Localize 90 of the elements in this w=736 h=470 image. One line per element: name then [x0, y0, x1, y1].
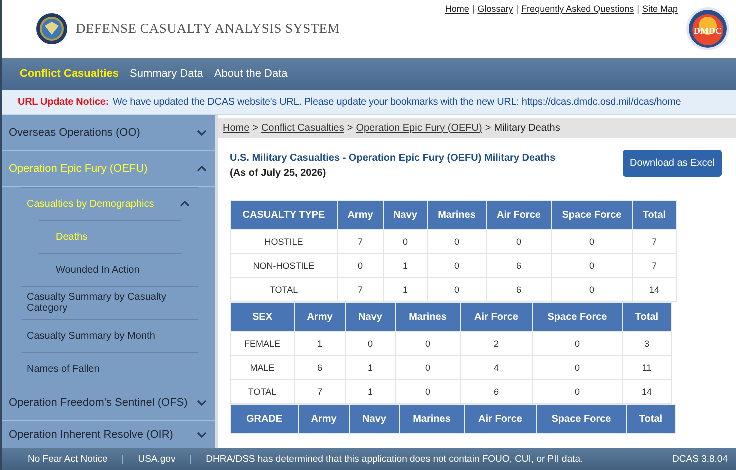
- table-cell: 0: [396, 356, 460, 380]
- column-header: Navy: [346, 302, 396, 332]
- breadcrumb-separator: >: [347, 122, 354, 134]
- footer-separator: |: [122, 454, 124, 464]
- link-separator: |: [472, 4, 475, 14]
- table-cell: 0: [532, 356, 622, 380]
- column-header: Total: [632, 200, 676, 230]
- column-header: Total: [622, 302, 672, 332]
- footer-link[interactable]: No Fear Act Notice: [28, 454, 108, 464]
- dmdc-logo: DMDC: [686, 7, 730, 51]
- table-cell: FEMALE: [230, 332, 294, 356]
- table-cell: 0: [338, 254, 384, 278]
- column-header: Army: [298, 404, 350, 434]
- column-header: Space Force: [532, 302, 622, 332]
- column-header: SEX: [230, 302, 294, 332]
- column-header: Space Force: [536, 404, 626, 434]
- column-header: GRADE: [230, 404, 298, 434]
- sidebar-subitem[interactable]: Wounded In Action: [39, 253, 181, 286]
- table-cell: 4: [460, 356, 532, 380]
- table-cell: 7: [632, 254, 676, 278]
- header-link[interactable]: Home: [445, 4, 470, 14]
- table-cell: 0: [552, 230, 632, 254]
- link-separator: |: [516, 4, 519, 14]
- chevron-down-icon: [197, 432, 207, 438]
- table-cell: HOSTILE: [230, 230, 338, 254]
- table-cell: 11: [622, 356, 672, 380]
- table-cell: 0: [346, 332, 396, 356]
- seal-logo: [36, 13, 68, 45]
- table-cell: 0: [486, 230, 552, 254]
- breadcrumb-separator: >: [252, 122, 259, 134]
- page-title: U.S. Military Casualties - Operation Epic Fury (OEFU) Military Deaths: [230, 153, 556, 164]
- column-header: CASUALTY TYPE: [230, 200, 338, 230]
- table-cell: NON-HOSTILE: [230, 254, 338, 278]
- sidebar-subitem[interactable]: Names of Fallen: [21, 352, 198, 385]
- chevron-up-icon: [197, 166, 207, 172]
- chevron-up-icon: [180, 201, 190, 207]
- table-cell: 2: [460, 332, 532, 356]
- chevron-down-icon: [197, 400, 207, 406]
- header-link[interactable]: Site Map: [642, 4, 678, 14]
- table-cell: 0: [552, 254, 632, 278]
- table-cell: 0: [428, 230, 486, 254]
- breadcrumb-current: Military Deaths: [494, 122, 560, 134]
- nav-tab[interactable]: Conflict Casualties: [20, 68, 120, 80]
- sidebar-subitem[interactable]: Casualty Summary by Month: [21, 319, 198, 352]
- column-header: Air Force: [464, 404, 536, 434]
- table-cell: 6: [294, 356, 346, 380]
- header-link[interactable]: Frequently Asked Questions: [522, 4, 634, 14]
- link-separator: |: [637, 4, 640, 14]
- column-header: Marines: [396, 302, 460, 332]
- notice-text: We have updated the DCAS website's URL. Please update your bookmarks with the new URL: https://dcas.dmdc.osd.mil/dcas/home: [113, 96, 682, 108]
- column-header: Air Force: [460, 302, 532, 332]
- column-header: Space Force: [552, 200, 632, 230]
- chevron-down-icon: [197, 130, 207, 136]
- column-header: Army: [338, 200, 384, 230]
- table-cell: 1: [294, 332, 346, 356]
- table-cell: MALE: [230, 356, 294, 380]
- column-header: Air Force: [486, 200, 552, 230]
- sidebar-subitem[interactable]: Casualty Summary by Casualty Category: [21, 286, 198, 319]
- breadcrumb-link[interactable]: Operation Epic Fury (OEFU): [356, 122, 482, 134]
- column-header: Navy: [350, 404, 400, 434]
- column-header: Total: [626, 404, 676, 434]
- column-header: Marines: [400, 404, 464, 434]
- breadcrumb-link[interactable]: Conflict Casualties: [262, 122, 344, 134]
- table-cell: 7: [632, 230, 676, 254]
- table-cell: 6: [486, 254, 552, 278]
- table-cell: 0: [532, 332, 622, 356]
- breadcrumb-separator: >: [485, 122, 492, 134]
- version-label: DCAS 3.8.04: [672, 454, 728, 464]
- footer-separator: |: [190, 454, 192, 464]
- sidebar-item[interactable]: Operation Inherent Resolve (OIR): [2, 421, 215, 448]
- table-cell: 0: [396, 332, 460, 356]
- table-cell: 0: [384, 230, 428, 254]
- header-link[interactable]: Glossary: [478, 4, 514, 14]
- column-header: Marines: [428, 200, 486, 230]
- column-header: Navy: [384, 200, 428, 230]
- table-cell: 1: [346, 356, 396, 380]
- column-header: Army: [294, 302, 346, 332]
- table-cell: 1: [384, 254, 428, 278]
- table-cell: 7: [338, 230, 384, 254]
- notice-label: URL Update Notice:: [18, 96, 110, 108]
- nav-tab[interactable]: Summary Data: [130, 68, 204, 80]
- table-cell: 0: [428, 254, 486, 278]
- nav-tab[interactable]: About the Data: [214, 68, 288, 80]
- footer-link[interactable]: USA.gov: [138, 454, 176, 464]
- footer-disclaimer: DHRA/DSS has determined that this application does not contain FOUO, CUI, or PII data.: [206, 454, 584, 464]
- breadcrumb-link[interactable]: Home: [223, 122, 250, 134]
- page-subtitle: (As of July 25, 2026): [230, 168, 328, 179]
- site-title: DEFENSE CASUALTY ANALYSIS SYSTEM: [76, 21, 340, 37]
- download-button[interactable]: Download as Excel: [623, 150, 722, 177]
- table-cell: 3: [622, 332, 672, 356]
